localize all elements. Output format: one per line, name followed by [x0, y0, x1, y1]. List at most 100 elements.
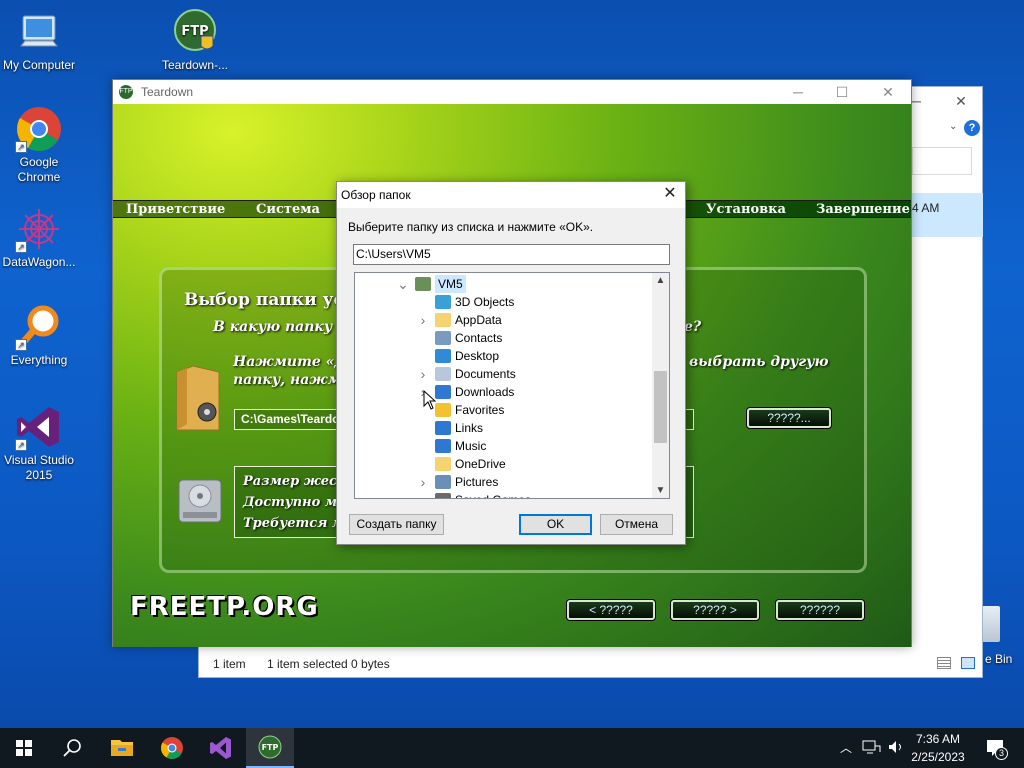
tree-item-downloads[interactable]: › Downloads: [355, 383, 653, 401]
ok-button[interactable]: OK: [519, 514, 592, 535]
folder-icon: [435, 457, 451, 471]
folder-tree[interactable]: Saved Games › Pictures OneDrive Music Links Fa…: [354, 272, 670, 499]
expand-chevron-icon[interactable]: ›: [417, 365, 429, 383]
desktop-icon-label: e Bin: [985, 652, 1013, 666]
tree-item-favorites[interactable]: Favorites: [355, 401, 653, 419]
tree-item-desktop[interactable]: Desktop: [355, 347, 653, 365]
network-icon[interactable]: [861, 738, 881, 759]
start-button[interactable]: [0, 728, 48, 768]
desktop-icon-everything[interactable]: ↗ Everything: [1, 303, 77, 368]
hard-disk-icon: [177, 476, 223, 526]
desktop-icon-datawagon[interactable]: ↗ DataWagon...: [1, 205, 77, 270]
freetp-logo: FREETP.ORG: [130, 592, 319, 622]
desktop-icon-label: My Computer: [2, 58, 76, 72]
dialog-path-field[interactable]: C:\Users\VM5: [353, 244, 670, 265]
tree-item-saved-games[interactable]: Saved Games: [355, 491, 653, 498]
expand-ribbon-icon[interactable]: ⌄: [949, 121, 957, 132]
visual-studio-icon: [210, 737, 231, 759]
selection-info: 1 item selected 0 bytes: [267, 657, 390, 671]
tree-item-onedrive[interactable]: OneDrive: [355, 455, 653, 473]
tree-item-label: Pictures: [455, 475, 499, 489]
scroll-up-icon[interactable]: ▲: [652, 275, 669, 286]
tree-item-label: Contacts: [455, 331, 503, 345]
step-finish: Завершение: [816, 202, 910, 217]
installer-minimize-button[interactable]: ─: [775, 80, 821, 104]
tree-item-links[interactable]: Links: [355, 419, 653, 437]
taskbar: FTP ︿ 7:36 AM 2/25/2023 3: [0, 728, 1024, 768]
desktop-icon-my-computer[interactable]: My Computer: [1, 8, 77, 73]
visual-studio-icon: ↗: [15, 403, 63, 451]
explorer-close-button[interactable]: ✕: [938, 89, 984, 113]
browse-folder-dialog: Обзор папок ✕ Выберите папку из списка и…: [336, 181, 686, 545]
desktop-icon-recycle-bin[interactable]: e Bin: [980, 604, 1024, 674]
installer-maximize-button[interactable]: ☐: [819, 80, 865, 104]
tree-item-vm5[interactable]: ⌄ VM5: [355, 275, 653, 293]
disk-size-text: Размер жест: [243, 474, 351, 489]
folder-icon: [111, 740, 133, 756]
scroll-thumb[interactable]: [654, 371, 667, 443]
details-view-icon[interactable]: [937, 657, 951, 669]
step-install: Установка: [706, 202, 786, 217]
taskbar-file-explorer[interactable]: [98, 728, 146, 768]
tree-item-label: 3D Objects: [455, 295, 515, 309]
desktop-icon-label: Visual Studio 2015: [4, 453, 74, 482]
selected-file-row[interactable]: [912, 193, 983, 237]
tree-item-label: Downloads: [455, 385, 515, 399]
taskbar-teardown-installer[interactable]: FTP: [246, 728, 294, 768]
collapse-chevron-icon[interactable]: ⌄: [397, 275, 409, 293]
desktop-icon-visual-studio[interactable]: ↗ Visual Studio 2015: [1, 403, 77, 483]
taskbar-chrome[interactable]: [148, 728, 196, 768]
links-icon: [435, 421, 451, 435]
scroll-down-icon[interactable]: ▼: [652, 485, 669, 496]
desktop-icon-teardown[interactable]: FTP Teardown-...: [157, 8, 233, 73]
tree-item-music[interactable]: Music: [355, 437, 653, 455]
clock-date[interactable]: 2/25/2023: [908, 750, 968, 764]
dialog-prompt: Выберите папку из списка и нажмите «OK».: [348, 220, 594, 234]
saved-games-icon: [435, 493, 451, 498]
chrome-icon: ↗: [15, 105, 63, 153]
desktop-icon-chrome[interactable]: ↗ Google Chrome: [1, 105, 77, 185]
tree-item-label: Links: [455, 421, 484, 435]
pictures-icon: [435, 475, 451, 489]
cancel-button[interactable]: Отмена: [600, 514, 673, 535]
clock-time[interactable]: 7:36 AM: [908, 732, 968, 746]
dialog-close-button[interactable]: ✕: [655, 182, 685, 208]
file-time-text: 4 AM: [912, 201, 940, 215]
tree-item-3d-objects[interactable]: 3D Objects: [355, 293, 653, 311]
taskbar-visual-studio[interactable]: [197, 728, 245, 768]
tree-item-pictures[interactable]: › Pictures: [355, 473, 653, 491]
ftp-icon: FTP: [171, 8, 219, 56]
tree-item-documents[interactable]: › Documents: [355, 365, 653, 383]
browse-button[interactable]: ?????...: [747, 408, 831, 428]
dialog-title: Обзор папок: [337, 182, 685, 208]
panel-question-end: е?: [684, 319, 702, 335]
show-hidden-icons-icon[interactable]: ︿: [838, 739, 854, 756]
notification-center-icon[interactable]: 3: [980, 736, 1010, 760]
desktop-icon: [435, 349, 451, 363]
installer-close-button[interactable]: ✕: [865, 80, 911, 104]
expand-chevron-icon[interactable]: ›: [417, 311, 429, 329]
documents-icon: [435, 367, 451, 381]
search-button[interactable]: [48, 728, 96, 768]
back-button[interactable]: < ?????: [567, 600, 655, 620]
expand-chevron-icon[interactable]: ›: [417, 473, 429, 491]
shortcut-arrow-icon: ↗: [15, 439, 27, 451]
new-folder-button[interactable]: Создать папку: [349, 514, 444, 535]
step-welcome: Приветствие: [126, 202, 226, 217]
cancel-install-button[interactable]: ??????: [776, 600, 864, 620]
help-icon[interactable]: ?: [964, 120, 980, 136]
explorer-status-bar: 1 item 1 item selected 0 bytes: [199, 651, 982, 677]
shortcut-arrow-icon: ↗: [15, 141, 27, 153]
ftp-icon: FTP: [258, 735, 282, 759]
next-button[interactable]: ????? >: [671, 600, 759, 620]
tree-item-contacts[interactable]: Contacts: [355, 329, 653, 347]
tree-scrollbar[interactable]: ▲ ▼: [652, 273, 669, 498]
explorer-search-box[interactable]: [912, 147, 972, 175]
tree-item-appdata[interactable]: › AppData: [355, 311, 653, 329]
tree-item-label: AppData: [455, 313, 502, 327]
volume-icon[interactable]: [886, 738, 906, 759]
installer-title: Teardown: [141, 85, 194, 99]
large-icons-view-icon[interactable]: [961, 657, 975, 669]
windows-logo-icon: [16, 740, 32, 756]
chrome-icon: [161, 737, 183, 759]
